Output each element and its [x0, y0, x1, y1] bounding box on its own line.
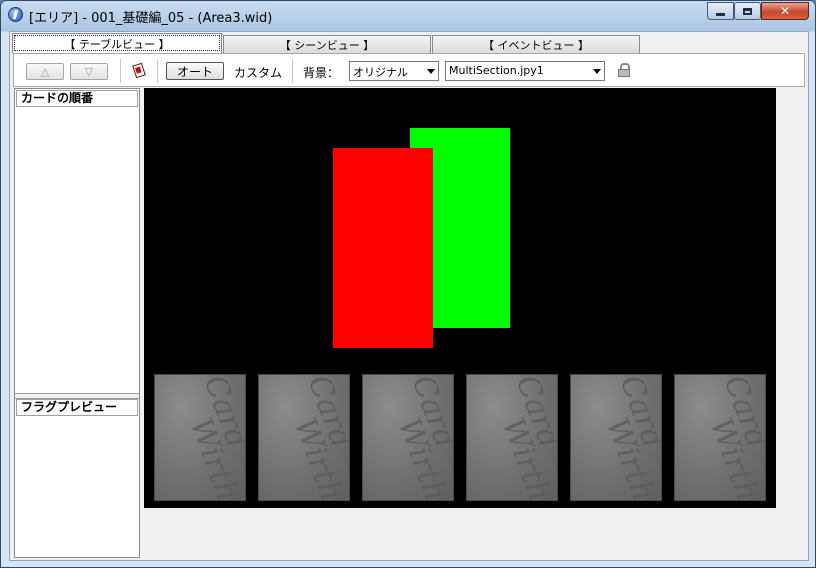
app-window: [エリア] - 001_基礎編_05 - (Area3.wid) ✕ 【 テーブ… [0, 0, 816, 568]
card-back-art: CardWirth [495, 375, 557, 500]
maximize-icon [743, 7, 752, 15]
auto-button[interactable]: オート [166, 62, 224, 80]
card-order-header: カードの順番 [16, 90, 138, 107]
window-title: [エリア] - 001_基礎編_05 - (Area3.wid) [29, 11, 273, 26]
card-back-art: CardWirth [183, 375, 245, 500]
toolbar: △ ▽ オート カスタム 背景： オリジナル MultiSection.jpy1 [13, 53, 805, 87]
card-back-slot[interactable]: Card Wirth [466, 374, 558, 501]
card-back-slot[interactable]: Card Wirth [362, 374, 454, 501]
card-back-slot[interactable]: Card Wirth [154, 374, 246, 501]
client-area: 【 テーブルビュー 】 【 シーンビュー 】 【 イベントビュー 】 △ ▽ オ… [9, 31, 809, 561]
background-label: 背景： [303, 66, 340, 80]
chevron-down-icon [593, 69, 601, 74]
tab-scene-view[interactable]: 【 シーンビュー 】 [223, 35, 431, 53]
custom-option[interactable]: カスタム [234, 64, 282, 81]
flag-preview-header: フラグプレビュー [16, 399, 138, 416]
toolbar-separator [292, 59, 293, 83]
card-back-slot[interactable]: Card Wirth [674, 374, 766, 501]
card-back-art: CardWirth [599, 375, 661, 500]
title-bar[interactable]: [エリア] - 001_基礎編_05 - (Area3.wid) ✕ [1, 1, 815, 29]
red-card-region[interactable] [333, 148, 433, 348]
card-back-slot[interactable]: Card Wirth [258, 374, 350, 501]
tab-table-view[interactable]: 【 テーブルビュー 】 [12, 33, 222, 53]
flag-preview-list[interactable] [16, 417, 138, 555]
move-up-button[interactable]: △ [26, 63, 64, 80]
minimize-button[interactable] [707, 2, 734, 20]
maximize-button[interactable] [734, 2, 761, 20]
background-select[interactable]: オリジナル [349, 61, 439, 81]
background-select-value: オリジナル [353, 66, 408, 79]
close-button[interactable]: ✕ [761, 2, 809, 20]
card-back-slot[interactable]: Card Wirth [570, 374, 662, 501]
table-view-canvas[interactable]: Card Wirth Card Wirth Card Wirth Card Wirth Card… [144, 88, 776, 508]
lock-icon[interactable] [618, 63, 630, 77]
toolbar-separator [120, 59, 121, 83]
minimize-icon [716, 12, 725, 16]
close-icon: ✕ [779, 4, 791, 18]
chevron-down-icon [427, 69, 435, 74]
tab-event-view[interactable]: 【 イベントビュー 】 [432, 35, 640, 53]
card-back-art: CardWirth [391, 375, 453, 500]
image-select[interactable]: MultiSection.jpy1 [445, 61, 605, 81]
toolbar-separator [157, 59, 158, 83]
left-panel: カードの順番 フラグプレビュー [14, 88, 140, 558]
card-order-list[interactable] [16, 108, 138, 392]
app-icon [8, 7, 23, 22]
card-back-art: CardWirth [287, 375, 349, 500]
image-select-value: MultiSection.jpy1 [449, 64, 544, 77]
move-down-button[interactable]: ▽ [70, 63, 108, 80]
card-edit-icon[interactable] [132, 62, 146, 79]
card-back-art: CardWirth [703, 375, 765, 500]
